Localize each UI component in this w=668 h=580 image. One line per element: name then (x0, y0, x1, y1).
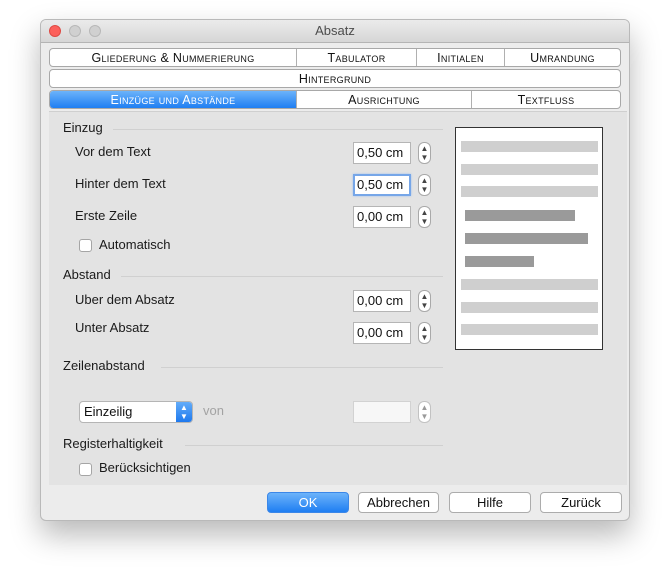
beruecksichtigen-checkbox[interactable] (79, 463, 92, 476)
ok-button[interactable]: OK (267, 492, 349, 513)
unter-absatz-label: Unter Absatz (75, 320, 150, 335)
tab-ausrichtung[interactable]: Ausrichtung (296, 91, 471, 108)
von-input[interactable] (353, 401, 411, 423)
preview-line (461, 186, 598, 197)
separator (113, 129, 443, 130)
erste-zeile-input[interactable]: 0,00 cm (353, 206, 411, 228)
abbrechen-button[interactable]: Abbrechen (358, 492, 439, 513)
erste-zeile-label: Erste Zeile (75, 208, 138, 223)
section-einzug-heading: Einzug (63, 120, 103, 135)
preview-line (461, 279, 598, 290)
stepper-updown-icon[interactable]: ▲ ▼ (418, 322, 431, 344)
select-chevrons-icon: ▲ ▼ (176, 402, 192, 422)
preview-line (465, 256, 534, 267)
section-zeilenabstand-heading: Zeilenabstand (63, 358, 145, 373)
window-title: Absatz (315, 23, 355, 38)
tab-gliederung[interactable]: Gliederung & Nummerierung (50, 49, 296, 66)
preview-line (461, 324, 598, 335)
stepper-updown-icon[interactable]: ▲ ▼ (418, 290, 431, 312)
von-label: von (203, 403, 224, 418)
preview-line (461, 302, 598, 313)
preview-line (465, 233, 588, 244)
unter-absatz-input[interactable]: 0,00 cm (353, 322, 411, 344)
title-bar: Absatz (41, 20, 629, 43)
tab-textfluss[interactable]: Textfluss (471, 91, 620, 108)
ueber-dem-absatz-input[interactable]: 0,00 cm (353, 290, 411, 312)
stepper-updown-icon[interactable]: ▲ ▼ (418, 174, 431, 196)
hilfe-button[interactable]: Hilfe (449, 492, 531, 513)
tab-row-2: Hintergrund (49, 69, 621, 88)
tab-hintergrund[interactable]: Hintergrund (50, 70, 620, 87)
hinter-dem-text-label: Hinter dem Text (75, 176, 166, 191)
hinter-dem-text-input[interactable]: 0,50 cm (353, 174, 411, 196)
automatisch-label: Automatisch (99, 237, 171, 252)
section-abstand-heading: Abstand (63, 267, 111, 282)
vor-dem-text-label: Vor dem Text (75, 144, 151, 159)
paragraph-dialog: Absatz Gliederung & Nummerierung Tabulat… (40, 19, 630, 521)
section-registerhaltigkeit-heading: Registerhaltigkeit (63, 436, 163, 451)
separator (121, 276, 443, 277)
tab-initialen[interactable]: Initialen (416, 49, 504, 66)
separator (161, 367, 443, 368)
separator (185, 445, 443, 446)
automatisch-checkbox[interactable] (79, 239, 92, 252)
zeilenabstand-selected-value: Einzeilig (84, 404, 133, 419)
stepper-updown-icon[interactable]: ▲ ▼ (418, 206, 431, 228)
tab-row-3: Einzüge und Abstände Ausrichtung Textflu… (49, 90, 621, 109)
tab-umrandung[interactable]: Umrandung (504, 49, 620, 66)
tab-row-1: Gliederung & Nummerierung Tabulator Init… (49, 48, 621, 67)
vor-dem-text-input[interactable]: 0,50 cm (353, 142, 411, 164)
stepper-updown-icon[interactable]: ▲ ▼ (418, 142, 431, 164)
tab-content-panel: Einzug Vor dem Text 0,50 cm ▲ ▼ Hinter de… (49, 111, 627, 485)
tab-tabulator[interactable]: Tabulator (296, 49, 416, 66)
stepper-updown-icon[interactable]: ▲ ▼ (418, 401, 431, 423)
preview-line (461, 141, 598, 152)
ueber-dem-absatz-label: Uber dem Absatz (75, 292, 175, 307)
preview-line (465, 210, 575, 221)
beruecksichtigen-label: Berücksichtigen (99, 460, 191, 475)
zeilenabstand-select[interactable]: Einzeilig ▲ ▼ (79, 401, 193, 423)
paragraph-preview (455, 127, 603, 350)
tab-einzuege-abstaende[interactable]: Einzüge und Abstände (50, 91, 296, 108)
zurueck-button[interactable]: Zurück (540, 492, 622, 513)
preview-line (461, 164, 598, 175)
